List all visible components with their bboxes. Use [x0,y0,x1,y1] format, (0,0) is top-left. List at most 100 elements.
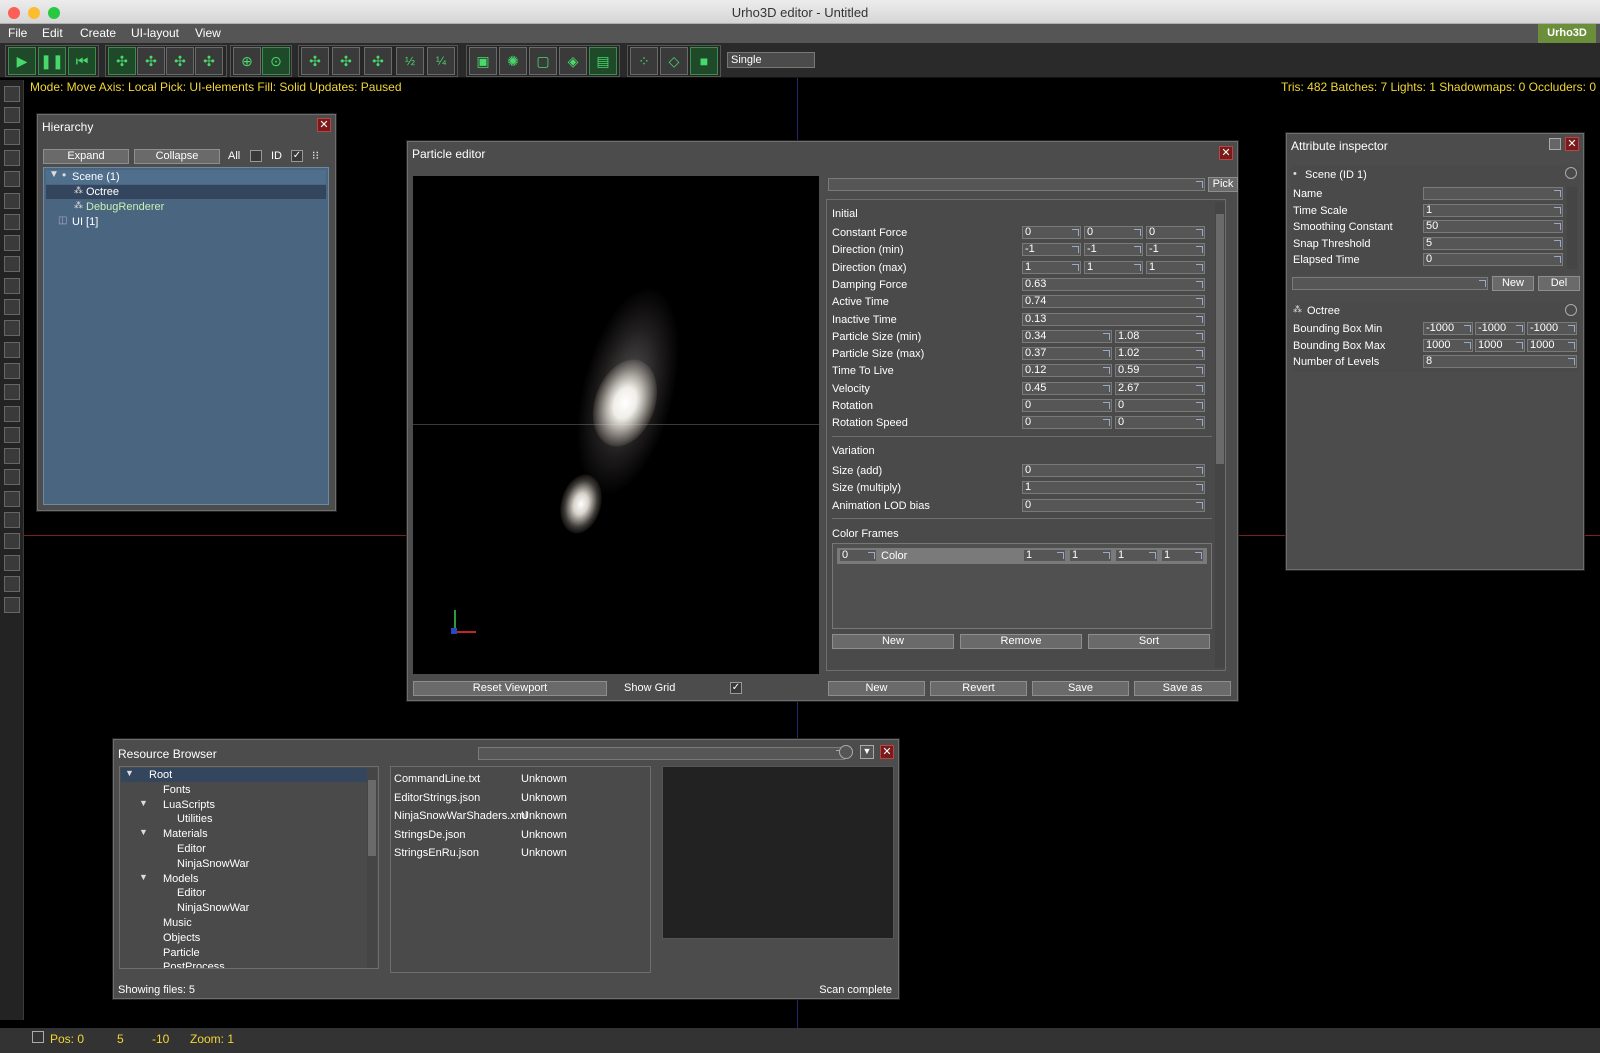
tree-item[interactable]: Editor [121,886,367,900]
reset-icon[interactable] [1565,167,1577,179]
attribute-value-field[interactable] [1423,187,1563,200]
file-list-row[interactable]: EditorStrings.json Unknown [394,791,646,806]
attribute-value-field[interactable]: 0 [1146,226,1205,239]
attribute-value-field[interactable]: 0.12 [1022,364,1112,378]
color-frame-time[interactable]: 0 [839,549,877,562]
left-tool-icon[interactable] [4,362,20,379]
color-frame-remove-button[interactable]: Remove [960,634,1082,649]
attribute-value-field[interactable]: 1000 [1423,338,1473,352]
color-frame-sort-button[interactable]: Sort [1088,634,1210,649]
pick-button[interactable]: Pick [1208,177,1238,192]
attribute-value-field[interactable]: -1 [1084,243,1143,257]
attribute-value-field[interactable]: 1 [1022,481,1205,495]
attribute-value-field[interactable]: 0 [1115,416,1205,430]
attribute-value-field[interactable]: 1000 [1527,338,1577,352]
expand-arrow-icon[interactable]: ▼ [49,169,59,180]
file-list-row[interactable]: CommandLine.txt Unknown [394,772,646,787]
attribute-value-field[interactable]: 0 [1022,498,1205,512]
left-tool-icon[interactable] [4,107,20,124]
viewport-mode-select[interactable]: Single [727,52,815,68]
pick-rigidbodies-icon[interactable]: ◈ [559,47,587,75]
color-frame-row[interactable]: 0 Color 1 1 1 1 [837,548,1207,564]
attribute-value-field[interactable]: 2.67 [1115,381,1205,395]
pause-icon[interactable]: ❚❚ [38,47,66,75]
tree-item[interactable]: Music [121,916,367,930]
user-attr-name-field[interactable] [1292,277,1488,290]
attribute-value-field[interactable]: 0.74 [1022,295,1205,309]
scene-attrs-scrollbar[interactable] [1567,187,1577,269]
attribute-value-field[interactable]: 1.02 [1115,347,1205,361]
left-tool-icon[interactable] [4,426,20,443]
reset-icon[interactable] [1565,304,1577,316]
scrollbar-thumb[interactable] [1216,214,1224,464]
tree-item[interactable]: NinjaSnowWar [121,901,367,915]
expand-button[interactable]: Expand [43,149,129,164]
id-checkbox[interactable]: ✓ [291,150,303,162]
menu-view[interactable]: View [195,26,221,40]
tree-item-scene[interactable]: ▼ • Scene (1) [46,168,326,184]
attributes-scrollbar[interactable] [1215,202,1225,668]
snap-move-icon[interactable]: ✣ [301,47,329,75]
attribute-value-field[interactable]: -1000 [1475,322,1525,335]
attribute-value-field[interactable]: 50 [1423,220,1563,234]
lock-icon[interactable] [1549,138,1561,150]
tree-scrollbar[interactable] [367,768,377,968]
left-tool-icon[interactable] [4,320,20,337]
snap-rotate-icon[interactable]: ✣ [332,47,360,75]
tree-item[interactable]: Objects [121,931,367,945]
tree-item[interactable]: Utilities [121,812,367,826]
left-tool-icon[interactable] [4,405,20,422]
menu-edit[interactable]: Edit [42,26,63,40]
attribute-value-field[interactable]: 0 [1423,253,1563,267]
file-list-row[interactable]: StringsEnRu.json Unknown [394,846,646,861]
attribute-value-field[interactable]: -1000 [1423,322,1473,335]
pick-zones-icon[interactable]: ▢ [529,47,557,75]
collapse-button[interactable]: Collapse [134,149,220,164]
attribute-value-field[interactable]: 1.08 [1115,329,1205,343]
left-tool-icon[interactable] [4,277,20,294]
left-tool-icon[interactable] [4,533,20,550]
tree-item-octree[interactable]: ⁂ Octree [46,185,326,199]
attribute-value-field[interactable]: 0 [1022,416,1112,430]
pick-geometry-icon[interactable]: ▣ [469,47,497,75]
pick-ui-elements-icon[interactable]: ▤ [589,47,617,75]
play-icon[interactable]: ▶ [8,47,36,75]
color-frame-a[interactable]: 1 [1161,549,1204,562]
left-tool-icon[interactable] [4,575,20,592]
tree-item[interactable]: Fonts [121,783,367,797]
left-tool-icon[interactable] [4,448,20,465]
tree-item[interactable]: NinjaSnowWar [121,857,367,871]
left-tool-icon[interactable] [4,490,20,507]
attribute-value-field[interactable]: 1 [1084,260,1143,274]
expand-arrow-icon[interactable]: ▼ [139,872,148,882]
particle-preview-viewport[interactable] [413,176,819,674]
particle-new-button[interactable]: New [828,681,925,696]
left-tool-icon[interactable] [4,384,20,401]
axis-world-icon[interactable]: ⊕ [233,47,261,75]
menu-ui-layout[interactable]: UI-layout [131,26,179,40]
left-tool-icon[interactable] [4,469,20,486]
attribute-value-field[interactable]: 0 [1084,226,1143,239]
left-tool-icon[interactable] [4,213,20,230]
attribute-value-field[interactable]: 1 [1022,260,1081,274]
attribute-value-field[interactable]: 5 [1423,236,1563,250]
color-frame-new-button[interactable]: New [832,634,954,649]
tree-item[interactable]: Editor [121,842,367,856]
all-checkbox[interactable] [250,150,262,162]
select-gizmo-icon[interactable]: ✣ [195,47,223,75]
close-icon[interactable]: ✕ [317,118,331,132]
hierarchy-options-icon[interactable]: ⁝⁝ [312,149,326,163]
show-grid-checkbox[interactable]: ✓ [730,682,742,694]
left-tool-icon[interactable] [4,128,20,145]
left-tool-icon[interactable] [4,86,20,102]
particle-save-button[interactable]: Save [1032,681,1129,696]
tree-item-debugrenderer[interactable]: ⁂ DebugRenderer [46,200,326,214]
tree-item[interactable]: ▼ LuaScripts [121,798,367,812]
tree-item[interactable]: ▼ Materials [121,827,367,841]
attribute-value-field[interactable]: 1000 [1475,338,1525,352]
tree-item[interactable]: PostProcess [121,960,367,968]
refresh-icon[interactable] [839,745,853,759]
rotate-gizmo-icon[interactable]: ✣ [137,47,165,75]
particle-revert-button[interactable]: Revert [930,681,1027,696]
left-tool-icon[interactable] [4,341,20,358]
